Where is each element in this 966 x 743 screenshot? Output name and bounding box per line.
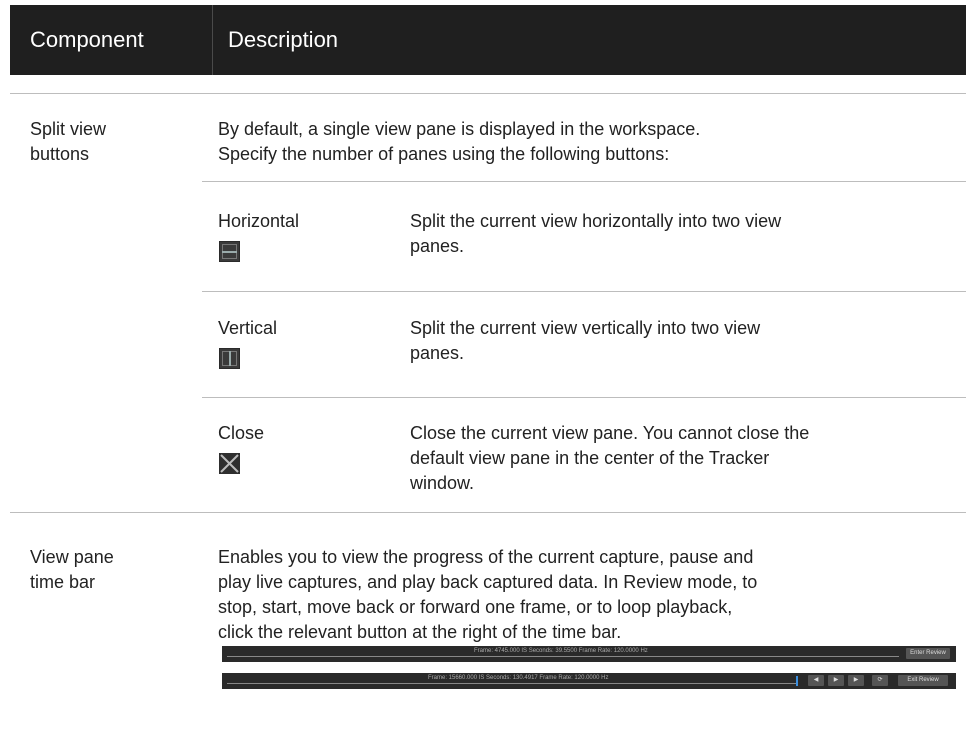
step-back-button[interactable]: ◀ <box>808 675 824 686</box>
time-track[interactable] <box>227 656 899 657</box>
item-vertical-desc: Split the current view vertically into t… <box>410 318 761 363</box>
time-bar-info: Frame: 15660.000 IS Seconds: 130.4917 Fr… <box>428 675 609 681</box>
split-view-description: By default, a single view pane is displa… <box>218 119 701 164</box>
split-vertical-icon[interactable] <box>219 348 240 369</box>
component-split-view: Split view buttons <box>30 119 107 164</box>
time-bar-description: Enables you to view the progress of the … <box>218 547 758 642</box>
play-button[interactable]: ▶ <box>828 675 844 686</box>
component-time-bar: View pane time bar <box>30 547 114 592</box>
time-bar-live: Frame: 4745.000 IS Seconds: 39.5500 Fram… <box>222 646 956 662</box>
item-vertical-label: Vertical <box>218 318 278 338</box>
exit-review-button[interactable]: Exit Review <box>898 675 948 686</box>
row-divider <box>10 93 966 94</box>
time-track[interactable] <box>227 683 797 684</box>
close-icon[interactable] <box>219 453 240 474</box>
time-bar-info: Frame: 4745.000 IS Seconds: 39.5500 Fram… <box>474 648 648 654</box>
subrow-divider <box>202 291 966 292</box>
table-header: Component Description <box>10 5 966 75</box>
row-divider <box>10 512 966 513</box>
header-separator <box>212 5 213 75</box>
split-horizontal-icon[interactable] <box>219 241 240 262</box>
subrow-divider <box>202 181 966 182</box>
playhead-marker[interactable] <box>796 676 798 686</box>
step-forward-button[interactable]: ▶ <box>848 675 864 686</box>
item-horizontal-label: Horizontal <box>218 211 300 231</box>
time-bar-review: Frame: 15660.000 IS Seconds: 130.4917 Fr… <box>222 673 956 689</box>
item-close-desc: Close the current view pane. You cannot … <box>410 423 810 493</box>
loop-button[interactable]: ⟳ <box>872 675 888 686</box>
item-horizontal-desc: Split the current view horizontally into… <box>410 211 782 256</box>
header-description: Description <box>228 27 339 52</box>
enter-review-button[interactable]: Enter Review <box>906 648 950 659</box>
subrow-divider <box>202 397 966 398</box>
header-component: Component <box>30 27 144 52</box>
item-close-label: Close <box>218 423 265 443</box>
